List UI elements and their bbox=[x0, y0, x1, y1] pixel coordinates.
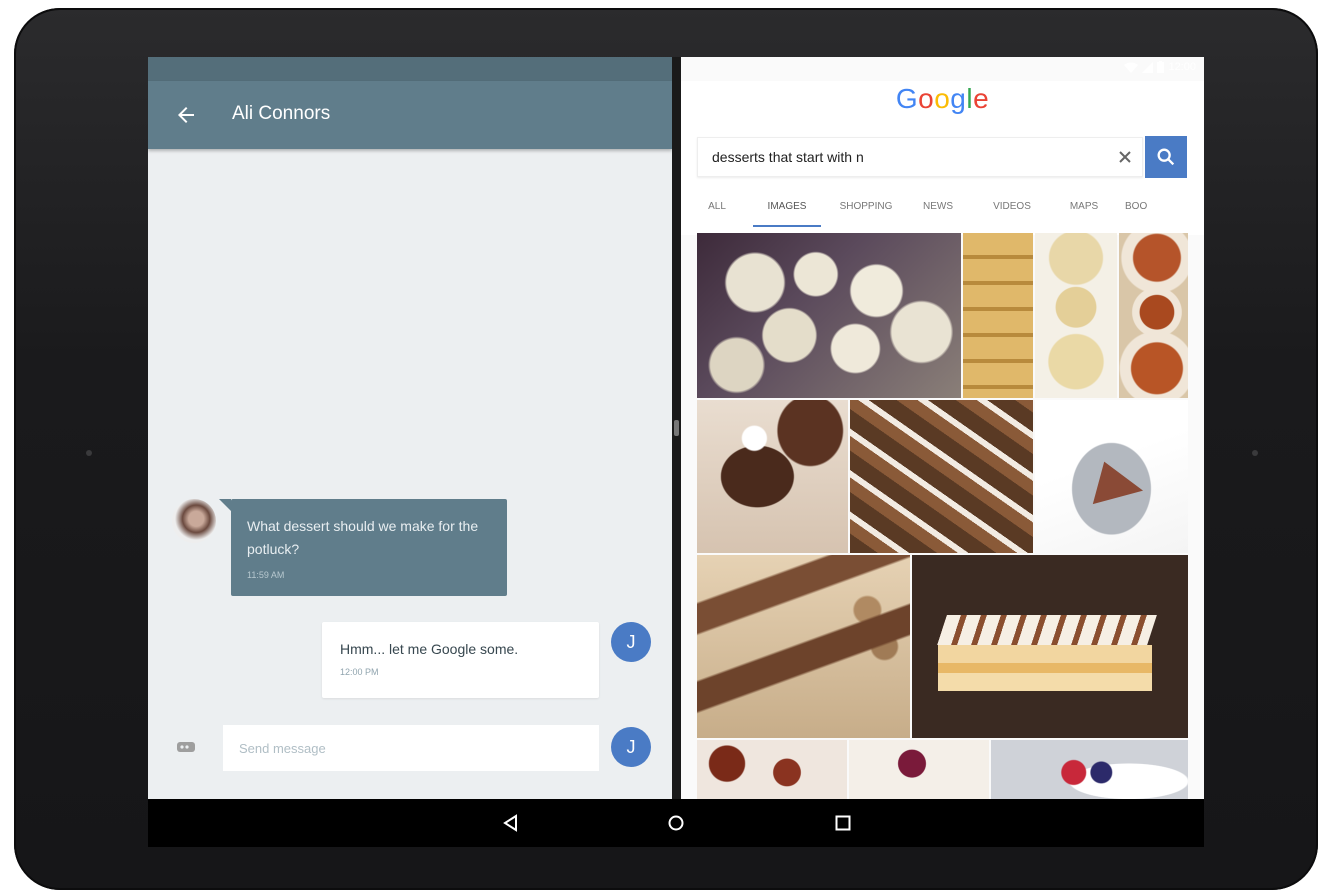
sticker-icon[interactable] bbox=[176, 740, 196, 754]
back-arrow-icon[interactable] bbox=[174, 103, 198, 127]
image-result-2[interactable] bbox=[963, 233, 1033, 398]
tab-news[interactable]: NEWS bbox=[913, 189, 963, 225]
image-result-4[interactable] bbox=[1119, 233, 1188, 398]
signal-icon bbox=[1142, 61, 1154, 73]
incoming-message-text: What dessert should we make for the potl… bbox=[247, 518, 479, 557]
tab-maps[interactable]: MAPS bbox=[1059, 189, 1109, 225]
nav-home-icon[interactable] bbox=[667, 814, 685, 832]
image-result-6[interactable] bbox=[850, 400, 1033, 553]
search-button[interactable] bbox=[1145, 136, 1187, 178]
tablet-screen: Ali Connors What dessert should we make … bbox=[148, 57, 1204, 847]
contact-avatar[interactable] bbox=[172, 499, 216, 543]
wifi-icon bbox=[1124, 61, 1139, 73]
incoming-message-bubble: What dessert should we make for the potl… bbox=[219, 499, 507, 596]
search-box bbox=[697, 137, 1143, 177]
divider-handle[interactable] bbox=[674, 420, 679, 436]
camera-dot bbox=[86, 450, 92, 456]
nav-back-icon[interactable] bbox=[502, 814, 520, 832]
split-divider[interactable] bbox=[672, 57, 681, 799]
status-time: 12:00 bbox=[1168, 61, 1196, 73]
battery-icon bbox=[1157, 61, 1165, 73]
navigation-bar bbox=[148, 799, 1204, 847]
tab-shopping[interactable]: SHOPPING bbox=[829, 189, 903, 225]
tab-books[interactable]: BOO bbox=[1125, 189, 1165, 225]
outgoing-message-text: Hmm... let me Google some. bbox=[340, 641, 519, 657]
image-result-11[interactable] bbox=[849, 740, 989, 799]
tab-images[interactable]: IMAGES bbox=[753, 189, 821, 227]
image-result-1[interactable] bbox=[697, 233, 961, 398]
google-logo: Google bbox=[895, 83, 990, 114]
search-input[interactable] bbox=[698, 138, 1126, 176]
image-result-10[interactable] bbox=[697, 740, 847, 799]
image-result-9[interactable] bbox=[912, 555, 1188, 738]
image-result-3[interactable] bbox=[1035, 233, 1117, 398]
tab-all[interactable]: ALL bbox=[697, 189, 737, 225]
status-bar-left bbox=[148, 57, 672, 81]
search-icon bbox=[1157, 148, 1175, 166]
image-result-5[interactable] bbox=[697, 400, 848, 553]
close-icon[interactable] bbox=[1118, 150, 1132, 164]
outgoing-message-bubble: Hmm... let me Google some. 12:00 PM bbox=[322, 622, 599, 698]
incoming-message-time: 11:59 AM bbox=[247, 570, 285, 580]
outgoing-message-time: 12:00 PM bbox=[340, 667, 379, 677]
image-result-8[interactable] bbox=[697, 555, 910, 738]
messaging-pane: Ali Connors What dessert should we make … bbox=[148, 57, 672, 799]
nav-recents-icon[interactable] bbox=[834, 814, 852, 832]
search-pane: 12:00 Google ALL IMAGES SHOPPING NEW bbox=[681, 57, 1204, 799]
contact-name: Ali Connors bbox=[232, 103, 331, 124]
sensor-dot bbox=[1252, 450, 1258, 456]
send-avatar-button[interactable]: J bbox=[611, 727, 651, 767]
image-result-7[interactable] bbox=[1035, 400, 1188, 553]
app-bar: Ali Connors bbox=[148, 81, 672, 149]
tab-videos[interactable]: VIDEOS bbox=[981, 189, 1043, 225]
search-tabs: ALL IMAGES SHOPPING NEWS VIDEOS MAPS BOO bbox=[697, 189, 1187, 229]
compose-message-input[interactable] bbox=[223, 725, 599, 771]
status-bar-right: 12:00 bbox=[1124, 61, 1196, 73]
image-result-12[interactable] bbox=[991, 740, 1188, 799]
search-header: Google ALL IMAGES SHOPPING NEWS VIDEOS bbox=[681, 81, 1204, 235]
user-avatar: J bbox=[611, 622, 651, 662]
